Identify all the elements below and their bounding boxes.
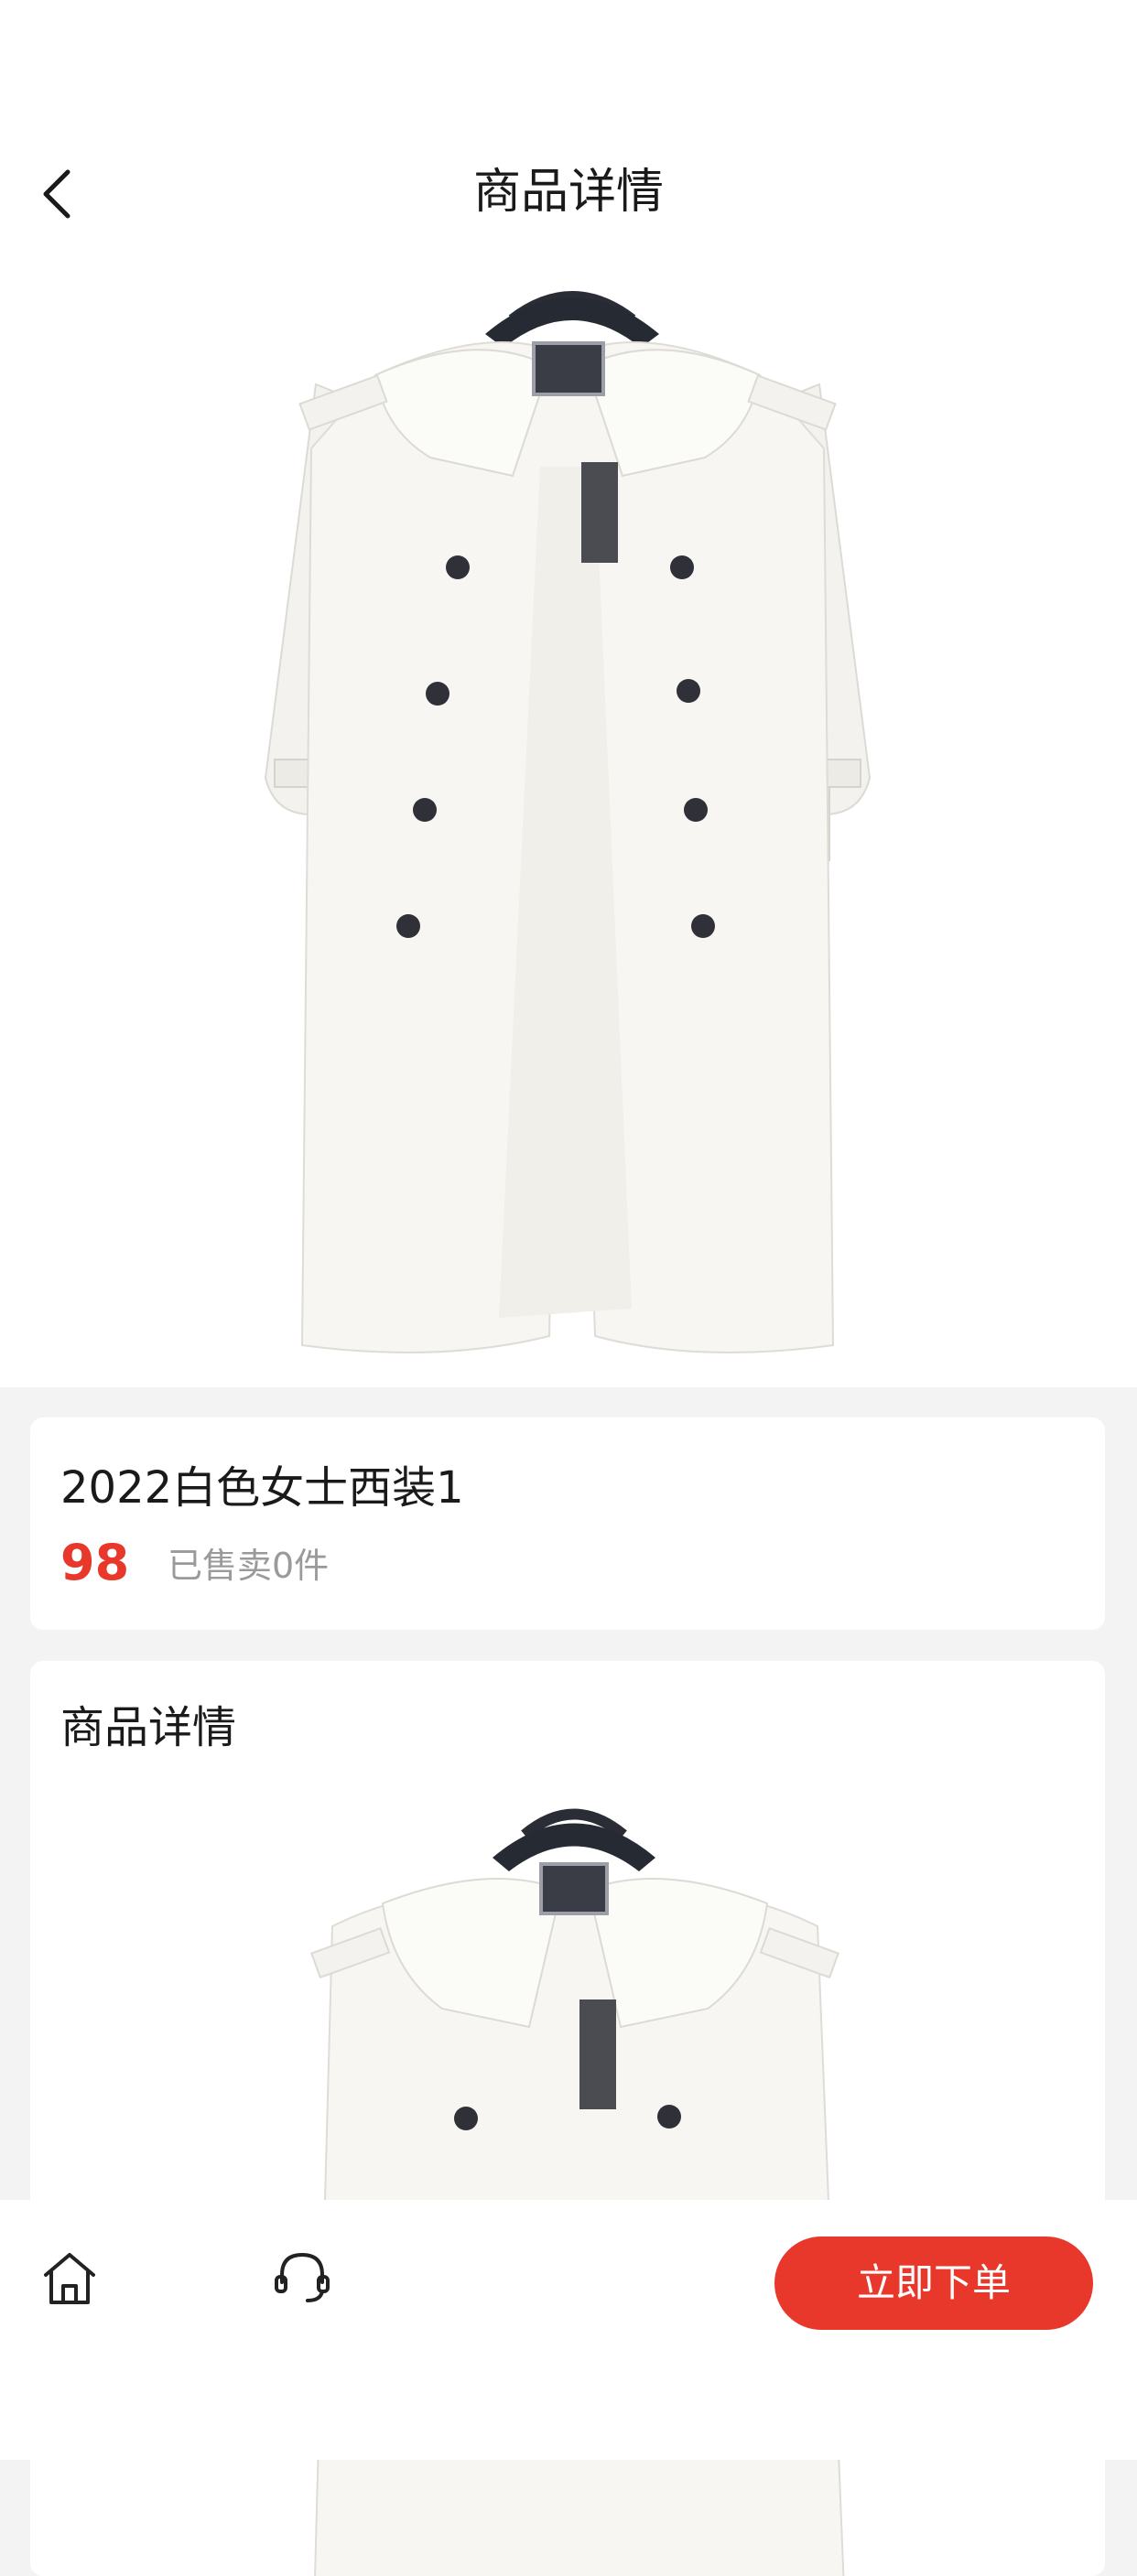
page-title: 商品详情: [472, 165, 664, 220]
home-glyph: [44, 2253, 95, 2304]
product-info-card: 2022白色女士西装1 98 已售卖0件: [30, 1417, 1105, 1630]
product-hero-image[interactable]: [0, 265, 1137, 1387]
product-name: 2022白色女士西装1: [60, 1462, 464, 1514]
product-price: 98: [60, 1534, 130, 1591]
bottom-action-bar: 立即下单: [0, 2200, 1137, 2460]
detail-heading: 商品详情: [60, 1702, 237, 1753]
top-nav-bar: 商品详情: [0, 0, 1137, 265]
order-now-button[interactable]: 立即下单: [774, 2236, 1093, 2330]
coat-illustration: [0, 265, 1137, 1387]
headset-glyph: [275, 2252, 330, 2302]
sold-count: 已售卖0件: [168, 1546, 330, 1586]
headset-icon[interactable]: [271, 2246, 333, 2308]
home-icon[interactable]: [38, 2247, 101, 2310]
